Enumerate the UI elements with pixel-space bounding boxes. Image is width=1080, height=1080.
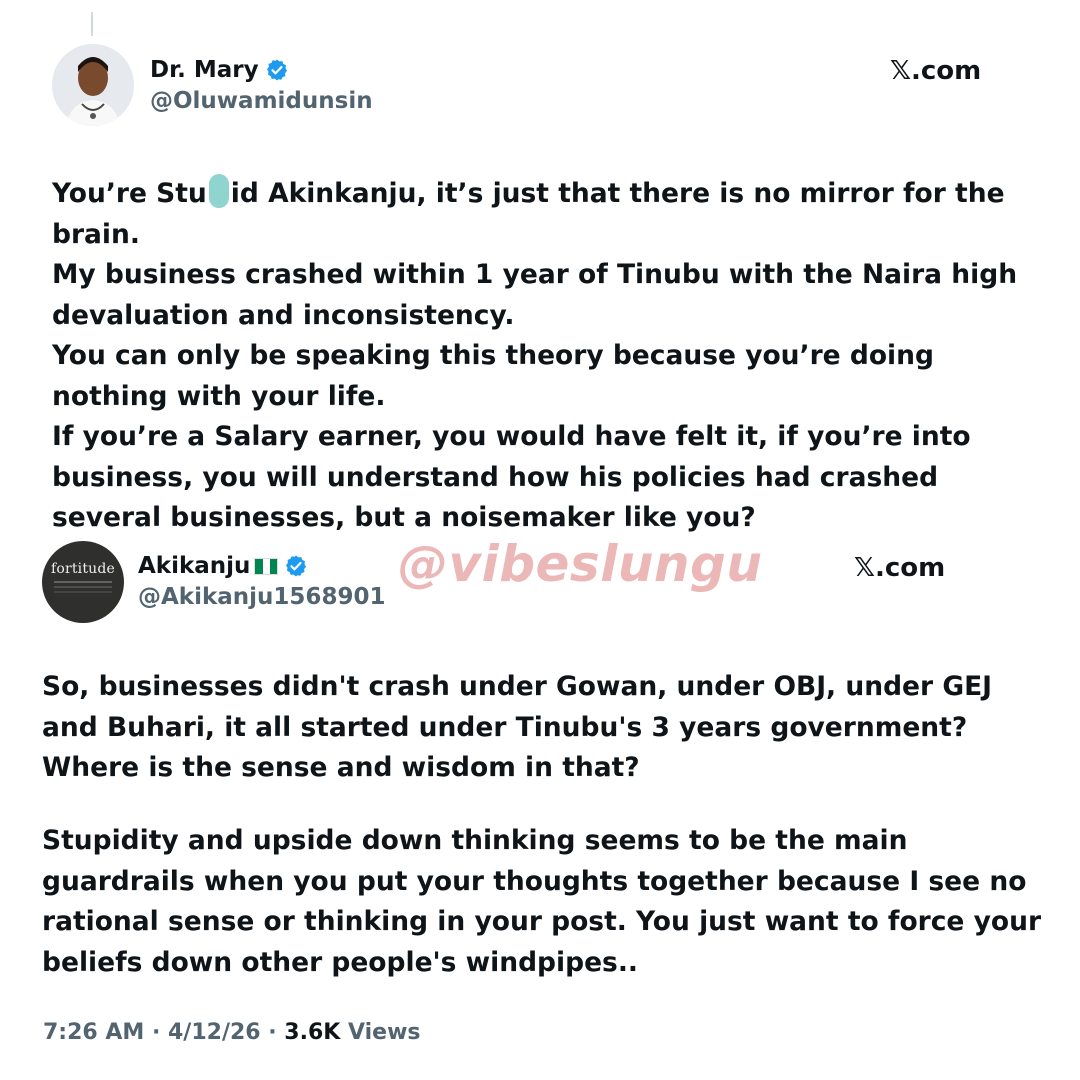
meta-separator: ·	[144, 1020, 168, 1045]
tweet1-line-9: several businesses, but a noisemaker lik…	[52, 502, 756, 533]
x-brand-logo: 𝕏.com	[890, 56, 982, 86]
tweet2-line-1: So, businesses didn't crash under Gowan,…	[42, 671, 993, 702]
nigeria-flag-icon	[254, 557, 279, 575]
tweet1-line-6: nothing with your life.	[52, 380, 386, 412]
user-handle[interactable]: @Akikanju1568901	[138, 582, 385, 612]
display-name[interactable]: Akikanju	[138, 552, 250, 580]
tweet2-body: So, businesses didn't crash under Gowan,…	[42, 667, 992, 789]
tweet2-line-3: Where is the sense and wisdom in that?	[42, 752, 640, 783]
tweet1-line-3: My business crashed within 1 year of Tin…	[52, 259, 1018, 290]
tweet2-line-2: and Buhari, it all started under Tinubu'…	[42, 711, 968, 743]
display-name[interactable]: Dr. Mary	[150, 56, 259, 84]
tweet2-line-7: beliefs down other people's windpipes..	[42, 946, 638, 978]
avatar-fortitude-text: fortitude	[50, 561, 116, 577]
censor-mark	[208, 174, 229, 208]
tweet1-header: Dr. Mary @Oluwamidunsin	[150, 56, 373, 116]
tweet2-body-paragraph-2: Stupidity and upside down thinking seems…	[42, 821, 1041, 983]
tweet1-name-row[interactable]: Dr. Mary	[150, 56, 373, 84]
tweet2-line-6: rational sense or thinking in your post.…	[42, 906, 1042, 937]
tweet1-line-5: You can only be speaking this theory bec…	[52, 340, 934, 371]
verified-badge-icon	[265, 58, 289, 82]
tweet1-line-2: brain.	[52, 218, 140, 250]
tweet-time[interactable]: 7:26 AM	[43, 1020, 144, 1045]
tweet1-line-7: If you’re a Salary earner, you would hav…	[52, 421, 971, 452]
views-label: Views	[340, 1020, 421, 1045]
tweet-date[interactable]: 4/12/26	[168, 1020, 261, 1045]
thread-connector-line	[91, 12, 93, 36]
tweet2-line-4: Stupidity and upside down thinking seems…	[42, 825, 908, 856]
watermark-text: @vibeslungu	[398, 535, 763, 593]
tweet2-line-5: guardrails when you put your thoughts to…	[42, 865, 1027, 897]
views-count[interactable]: 3.6K	[284, 1020, 340, 1045]
tweet2-header: Akikanju @Akikanju1568901	[138, 552, 385, 612]
tweet1-line-1: You’re Stu id Akinkanju, it’s just that t…	[52, 174, 1017, 215]
x-brand-logo: 𝕏.com	[854, 553, 946, 583]
tweet1-line-4: devaluation and inconsistency.	[52, 299, 515, 331]
tweet1-line-8: business, you will understand how his po…	[52, 461, 939, 493]
meta-separator: ·	[260, 1020, 285, 1045]
tweet2-name-row[interactable]: Akikanju	[138, 552, 385, 580]
avatar-small-lines	[54, 581, 112, 583]
user-handle[interactable]: @Oluwamidunsin	[150, 86, 373, 116]
avatar[interactable]	[52, 44, 134, 126]
avatar[interactable]: fortitude	[42, 541, 124, 623]
tweet-metadata: 7:26 AM · 4/12/26 · 3.6K Views	[43, 1016, 421, 1050]
profile-photo-icon	[52, 44, 134, 126]
verified-badge-icon	[284, 554, 308, 578]
tweet1-body: You’re Stu id Akinkanju, it’s just that t…	[52, 174, 1017, 539]
